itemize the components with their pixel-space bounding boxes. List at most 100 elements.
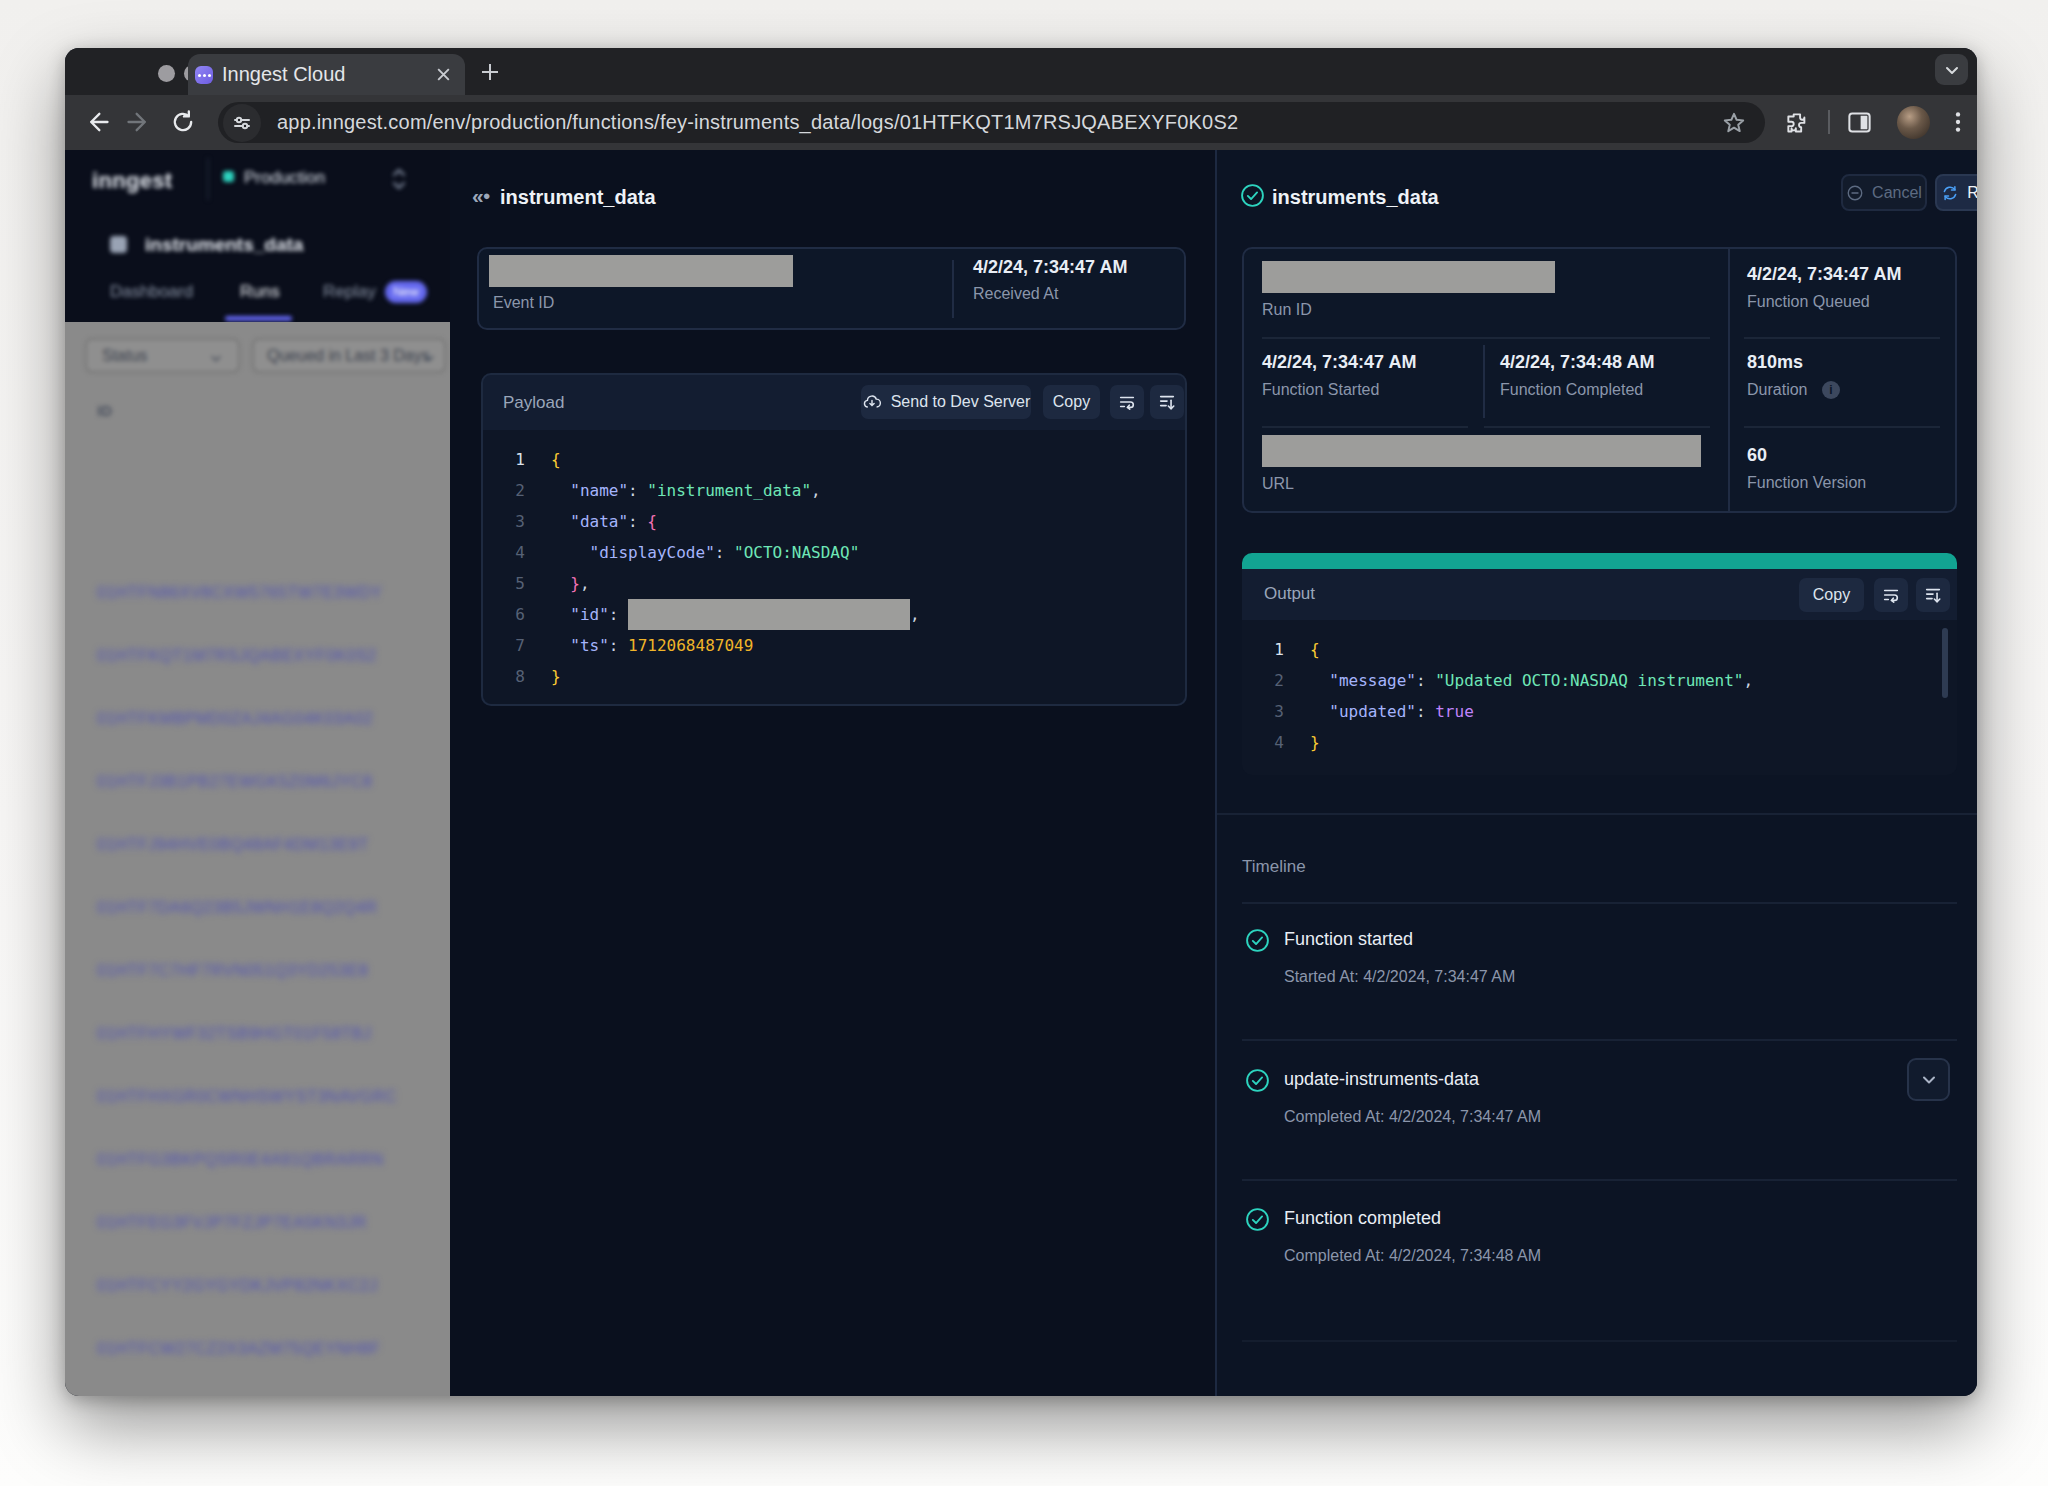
scroll-bottom-icon (1158, 393, 1176, 411)
cancel-icon (1846, 184, 1864, 202)
received-at-value: 4/2/24, 7:34:47 AM (973, 257, 1127, 278)
timeline-step-time: Completed At: 4/2/2024, 7:34:47 AM (1284, 1108, 1541, 1126)
code-line: 1{ (1242, 634, 1957, 665)
send-to-dev-server-button[interactable]: Send to Dev Server (861, 385, 1031, 419)
profile-avatar[interactable] (1897, 106, 1930, 139)
sidebar-function-name: instruments_data (145, 234, 303, 256)
code-line: 2 "name": "instrument_data", (483, 475, 1185, 506)
run-id-list-item[interactable]: 01HTFJ3B1PB27EWGK5Z0M6JYC8 (97, 773, 372, 791)
env-selector[interactable]: Production (244, 168, 325, 188)
code-line: 4 "displayCode": "OCTO:NASDAQ" (483, 537, 1185, 568)
received-at-label: Received At (973, 285, 1058, 303)
step-success-icon (1245, 1207, 1270, 1232)
extensions-icon[interactable] (1783, 109, 1810, 136)
range-filter[interactable]: Queued in Last 3 Days (252, 338, 446, 373)
run-id-list-item[interactable]: 01HTF7C7HF7RVN051Q3YD253E8 (97, 962, 369, 980)
started-value: 4/2/24, 7:34:47 AM (1262, 352, 1416, 373)
run-id-redacted (1262, 261, 1555, 293)
event-icon: «● (472, 184, 490, 208)
run-id-list-item[interactable]: 01HTFKMBPMD0ZAJ4AG04K03A02 (97, 710, 373, 728)
sidebar-tab-replay[interactable]: Replay (323, 282, 376, 302)
timeline-step-title[interactable]: update-instruments-data (1284, 1069, 1479, 1090)
status-filter[interactable]: Status (85, 338, 240, 373)
run-panel: instruments_data Cancel Rerun Run ID (1215, 150, 1977, 1396)
scroll-bottom-icon (1924, 586, 1942, 604)
back-button[interactable] (83, 108, 111, 136)
run-id-list-item[interactable]: 01HTFHYWF32TSB9HGT01F58TBJ (97, 1025, 371, 1043)
payload-copy-button[interactable]: Copy (1043, 385, 1100, 419)
tab-strip: Inngest Cloud (65, 48, 1977, 95)
url-text: app.inngest.com/env/production/functions… (277, 111, 1721, 134)
chevron-down-icon (422, 351, 436, 365)
step-success-icon (1245, 928, 1270, 953)
output-title: Output (1264, 584, 1315, 604)
menu-icon[interactable] (1945, 109, 1971, 135)
inngest-logo[interactable]: inngest (92, 168, 172, 194)
forward-button[interactable] (125, 108, 153, 136)
duration-label: Duration (1747, 381, 1807, 399)
output-status-bar (1242, 553, 1957, 569)
code-line: 8} (483, 661, 1185, 692)
code-line: 5 }, (483, 568, 1185, 599)
redacted-value (628, 599, 910, 630)
sidebar-runs-list: Status Queued in Last 3 Days ID 01HTFN86… (65, 322, 450, 1396)
env-switch-icon[interactable] (391, 166, 407, 192)
run-id-list-item[interactable]: 01HTFHXGR0CWNHSWYST3NAVGRC (97, 1088, 397, 1106)
sidebar-top: inngest Production instruments_data Dash… (65, 150, 450, 322)
started-label: Function Started (1262, 381, 1379, 399)
code-line: 1{ (483, 444, 1185, 475)
url-redacted (1262, 435, 1701, 467)
run-id-list-item[interactable]: 01HTFCYY2GYGYDKJVP82NKXC2J (97, 1277, 378, 1295)
output-copy-button[interactable]: Copy (1799, 578, 1864, 612)
queued-value: 4/2/24, 7:34:47 AM (1747, 264, 1901, 285)
duration-value: 810ms (1747, 352, 1803, 373)
tab-search-button[interactable] (1935, 54, 1968, 85)
timeline-step-title[interactable]: Function completed (1284, 1208, 1441, 1229)
side-panel-icon[interactable] (1846, 109, 1873, 136)
run-id-list-item[interactable]: 01HTFG3BKPQSR0E4A91QBRARRN (97, 1151, 384, 1169)
word-wrap-button[interactable] (1110, 385, 1144, 419)
cloud-download-icon (862, 392, 882, 412)
new-tab-button[interactable] (480, 62, 500, 82)
output-word-wrap-button[interactable] (1874, 578, 1908, 612)
close-window-button[interactable] (158, 65, 175, 82)
rerun-button[interactable]: Rerun (1935, 174, 1977, 211)
output-scrollbar[interactable] (1942, 628, 1948, 698)
active-tab-underline (225, 316, 292, 321)
tab-close-icon[interactable] (435, 66, 452, 83)
expand-step-button[interactable] (1907, 1058, 1950, 1101)
timeline-step-title[interactable]: Function started (1284, 929, 1413, 950)
output-header: Output Copy (1242, 569, 1957, 620)
site-permissions-icon[interactable] (223, 104, 261, 142)
run-id-list-item[interactable]: 01HTFCW27CZ2X3AZM75QEYNH8F (97, 1340, 380, 1358)
duration-info-icon[interactable]: i (1822, 381, 1840, 399)
browser-window: Inngest Cloud app.inngest.com/env/produc… (65, 48, 1977, 1396)
output-scroll-bottom-button[interactable] (1916, 578, 1950, 612)
completed-value: 4/2/24, 7:34:48 AM (1500, 352, 1654, 373)
new-badge: New (385, 281, 427, 303)
payload-section: Payload Send to Dev Server Copy 1{2 "nam… (481, 373, 1187, 706)
scroll-bottom-button[interactable] (1150, 385, 1184, 419)
timeline-step-time: Completed At: 4/2/2024, 7:34:48 AM (1284, 1247, 1541, 1265)
run-id-list-item[interactable]: 01HTFEG3FVJP7FZJP7EA5KN3JR (97, 1214, 367, 1232)
event-panel: «● instrument_data Event ID 4/2/24, 7:34… (450, 150, 1215, 1396)
code-line: 4} (1242, 727, 1957, 758)
output-card: Output Copy 1{2 "message": "Updated OCTO… (1242, 553, 1957, 775)
bookmark-star-icon[interactable] (1721, 110, 1747, 136)
reload-button[interactable] (169, 108, 197, 136)
completed-label: Function Completed (1500, 381, 1643, 399)
sidebar-tab-dashboard[interactable]: Dashboard (110, 282, 193, 302)
id-column-header: ID (97, 402, 112, 419)
run-id-list-item[interactable]: 01HTFKQT1M7RSJQABEXYF0K0S2 (97, 647, 377, 665)
run-title: instruments_data (1272, 186, 1439, 209)
sidebar-tab-runs[interactable]: Runs (240, 282, 280, 302)
address-bar[interactable]: app.inngest.com/env/production/functions… (218, 102, 1765, 143)
run-id-list-item[interactable]: 01HTFN86XV8CXW5765TW7E3WDY (97, 584, 382, 602)
cancel-button[interactable]: Cancel (1841, 174, 1927, 211)
output-code: 1{2 "message": "Updated OCTO:NASDAQ inst… (1242, 620, 1957, 775)
run-id-list-item[interactable]: 01HTF7DA6Q23B5JWNH1E8Q2Q4R (97, 899, 378, 917)
browser-tab[interactable]: Inngest Cloud (188, 54, 465, 95)
run-success-icon (1240, 183, 1265, 208)
chevron-down-icon (209, 351, 223, 365)
run-id-list-item[interactable]: 01HTFJ94HVE0BQ48AF4DM13E9T (97, 836, 369, 854)
